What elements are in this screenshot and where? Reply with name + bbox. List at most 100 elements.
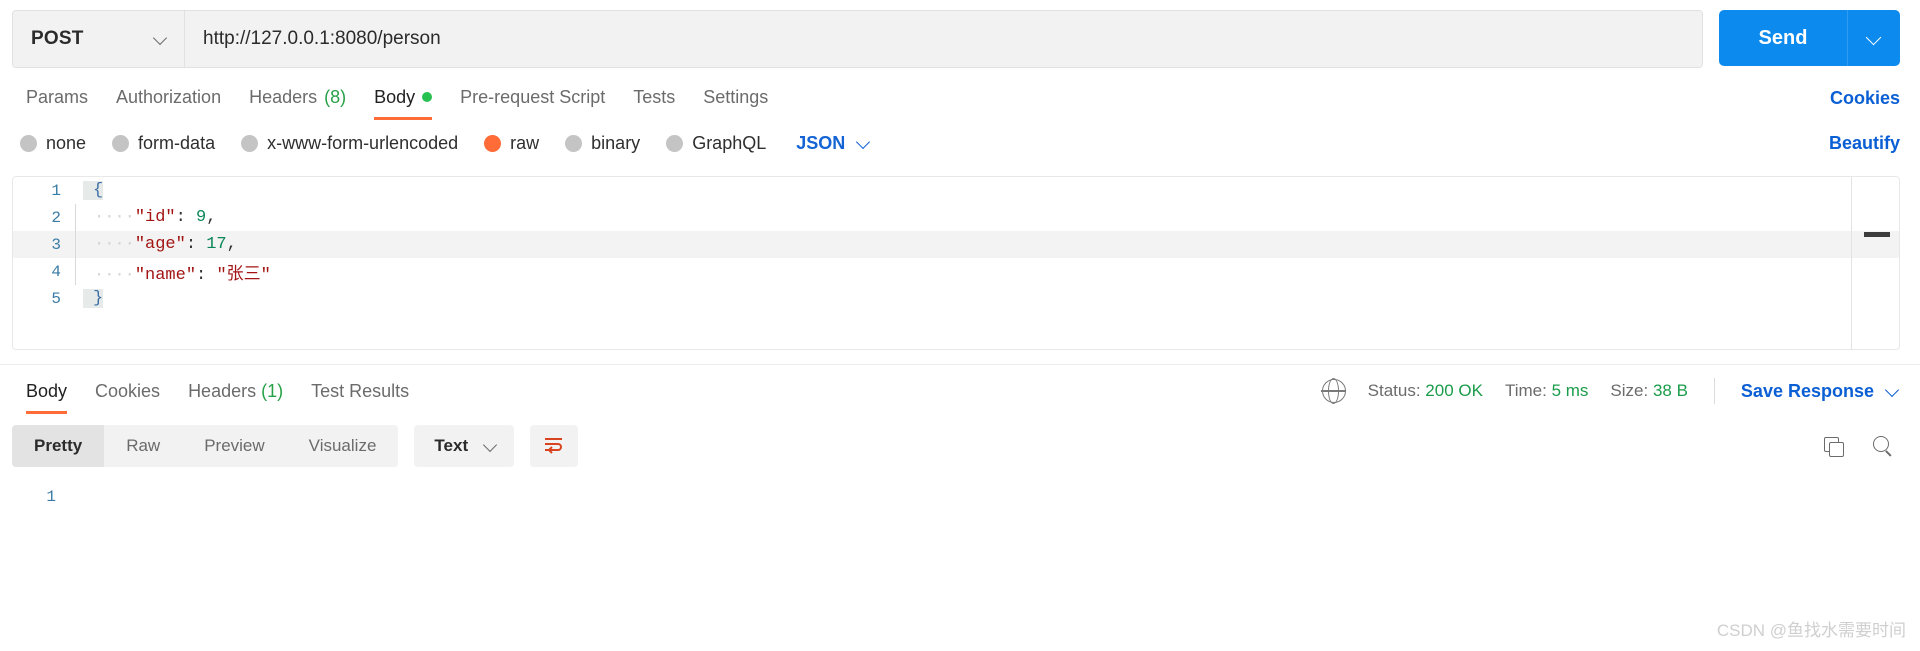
view-mode-group: Pretty Raw Preview Visualize [12, 425, 399, 467]
body-type-raw[interactable]: raw [484, 133, 539, 154]
response-tab-headers[interactable]: Headers (1) [174, 367, 297, 416]
body-type-label: none [46, 132, 87, 153]
body-type-selector: none form-data x-www-form-urlencoded raw… [0, 120, 1920, 166]
tab-headers[interactable]: Headers (8) [235, 77, 360, 120]
raw-format-select[interactable]: JSON [796, 133, 871, 154]
tab-label: Body [374, 86, 416, 107]
radio-selected-icon [484, 134, 502, 152]
view-mode-preview[interactable]: Preview [182, 425, 286, 467]
tab-body[interactable]: Body [360, 77, 446, 120]
body-type-form-data[interactable]: form-data [112, 133, 215, 154]
tab-label: Pre-request Script [460, 86, 606, 107]
status-badge: Status: 200 OK [1368, 381, 1483, 401]
vertical-divider [1713, 378, 1715, 404]
view-mode-pretty[interactable]: Pretty [12, 425, 105, 467]
word-wrap-button[interactable] [530, 425, 579, 467]
body-type-label: GraphQL [692, 132, 767, 153]
json-key: "id" [134, 208, 176, 227]
method-url-group: POST [12, 10, 1703, 68]
send-options-dropdown[interactable] [1847, 10, 1900, 66]
body-type-label: form-data [138, 132, 216, 153]
tab-authorization[interactable]: Authorization [102, 77, 235, 120]
tab-pre-request-script[interactable]: Pre-request Script [446, 77, 619, 120]
radio-icon [241, 134, 259, 152]
status-value: 200 OK [1425, 381, 1483, 400]
tab-label: Cookies [95, 380, 161, 401]
tab-params[interactable]: Params [12, 77, 102, 120]
code-content: ····"name": "张三" [84, 259, 271, 285]
content-type-select[interactable]: Text [414, 425, 515, 467]
response-tab-test-results[interactable]: Test Results [297, 367, 423, 416]
response-line: 1 [0, 485, 1920, 509]
indent-dots: ···· [94, 208, 135, 227]
response-tab-body[interactable]: Body [12, 367, 81, 416]
fold-guide [75, 177, 83, 204]
word-wrap-icon [545, 438, 563, 454]
response-body-viewer[interactable]: 1 [0, 475, 1920, 635]
globe-icon [1321, 378, 1347, 404]
request-body-editor[interactable]: 1 { 2 ····"id": 9, 3 ····"age": 17, 4 ··… [12, 176, 1900, 350]
body-type-label: x-www-form-urlencoded [267, 132, 459, 153]
body-type-urlencoded[interactable]: x-www-form-urlencoded [241, 133, 458, 154]
time-label: Time: [1504, 381, 1547, 400]
json-value: 17 [206, 235, 227, 254]
url-input[interactable] [185, 11, 1702, 67]
tab-label: Tests [633, 86, 676, 107]
body-type-label: raw [510, 132, 540, 153]
editor-horizontal-scrollbar[interactable] [1864, 232, 1890, 237]
beautify-link[interactable]: Beautify [1829, 133, 1900, 154]
radio-icon [20, 134, 37, 152]
response-headers-count: (1) [261, 380, 284, 401]
chevron-down-icon [154, 32, 168, 46]
radio-icon [565, 134, 583, 152]
body-type-none[interactable]: none [20, 133, 86, 154]
chevron-down-icon [1886, 384, 1900, 398]
body-type-label: binary [591, 132, 641, 153]
time-badge: Time: 5 ms [1505, 381, 1588, 401]
response-format-toolbar: Pretty Raw Preview Visualize Text [0, 417, 1920, 475]
request-tabs: Params Authorization Headers (8) Body Pr… [0, 76, 1920, 120]
body-type-graphql[interactable]: GraphQL [666, 133, 766, 154]
radio-icon [112, 134, 130, 152]
search-button[interactable] [1866, 429, 1900, 463]
json-sep: : [196, 265, 217, 285]
copy-button[interactable] [1816, 429, 1850, 463]
chevron-down-icon [857, 136, 871, 150]
json-key: "age" [134, 235, 186, 254]
tab-label: Authorization [116, 86, 222, 107]
body-type-binary[interactable]: binary [565, 133, 640, 154]
json-trail: , [226, 235, 237, 254]
size-value: 38 B [1652, 381, 1688, 400]
chevron-down-icon [484, 439, 498, 453]
save-response-button[interactable]: Save Response [1741, 381, 1900, 402]
json-key: "name" [134, 265, 197, 285]
body-present-dot-icon [422, 92, 433, 102]
chevron-down-icon [1867, 31, 1881, 45]
line-number: 5 [51, 289, 61, 308]
raw-format-label: JSON [796, 132, 846, 153]
http-method-select[interactable]: POST [13, 11, 185, 67]
send-button-group: Send [1719, 10, 1900, 66]
status-label: Status: [1367, 381, 1421, 400]
response-tab-cookies[interactable]: Cookies [81, 367, 174, 416]
view-mode-visualize[interactable]: Visualize [287, 425, 399, 467]
tab-label: Body [26, 380, 68, 401]
tab-tests[interactable]: Tests [619, 77, 689, 120]
response-header: Body Cookies Headers (1) Test Results St… [0, 364, 1920, 417]
code-line-active: 3 ····"age": 17, [13, 231, 1899, 258]
send-button[interactable]: Send [1719, 10, 1847, 66]
code-line: 4 ····"name": "张三" [13, 258, 1899, 285]
request-url-bar: POST Send [0, 0, 1920, 76]
tab-settings[interactable]: Settings [689, 77, 782, 120]
size-badge: Size: 38 B [1610, 381, 1688, 401]
code-content: } [83, 289, 104, 308]
json-value: 9 [196, 208, 207, 227]
code-content: ····"id": 9, [84, 208, 216, 227]
cookies-link[interactable]: Cookies [1830, 88, 1900, 109]
view-mode-raw[interactable]: Raw [104, 425, 182, 467]
fold-guide [75, 258, 84, 285]
tab-label: Test Results [311, 380, 410, 401]
line-number: 2 [51, 208, 61, 227]
time-value: 5 ms [1551, 381, 1589, 400]
radio-icon [666, 134, 684, 152]
